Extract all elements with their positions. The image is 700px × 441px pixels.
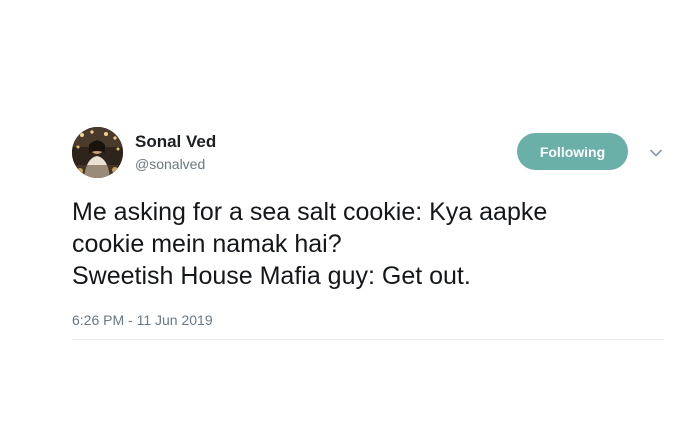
tweet-text-line: cookie mein namak hai? (72, 230, 342, 258)
tweet-text-line: Sweetish House Mafia guy: Get out. (72, 262, 471, 290)
avatar[interactable] (72, 127, 123, 178)
divider (72, 339, 664, 340)
author-display-name[interactable]: Sonal Ved (135, 132, 216, 152)
avatar-photo (72, 127, 123, 178)
tweet-text: Me asking for a sea salt cookie: Kya aap… (72, 196, 672, 292)
author-handle[interactable]: @sonalved (135, 156, 205, 172)
following-button[interactable]: Following (517, 133, 628, 170)
chevron-down-icon[interactable] (648, 145, 664, 161)
tweet-card: Sonal Ved @sonalved Following Me asking … (0, 0, 700, 441)
tweet-text-line: Me asking for a sea salt cookie: Kya aap… (72, 198, 548, 226)
tweet-timestamp[interactable]: 6:26 PM - 11 Jun 2019 (72, 312, 213, 328)
